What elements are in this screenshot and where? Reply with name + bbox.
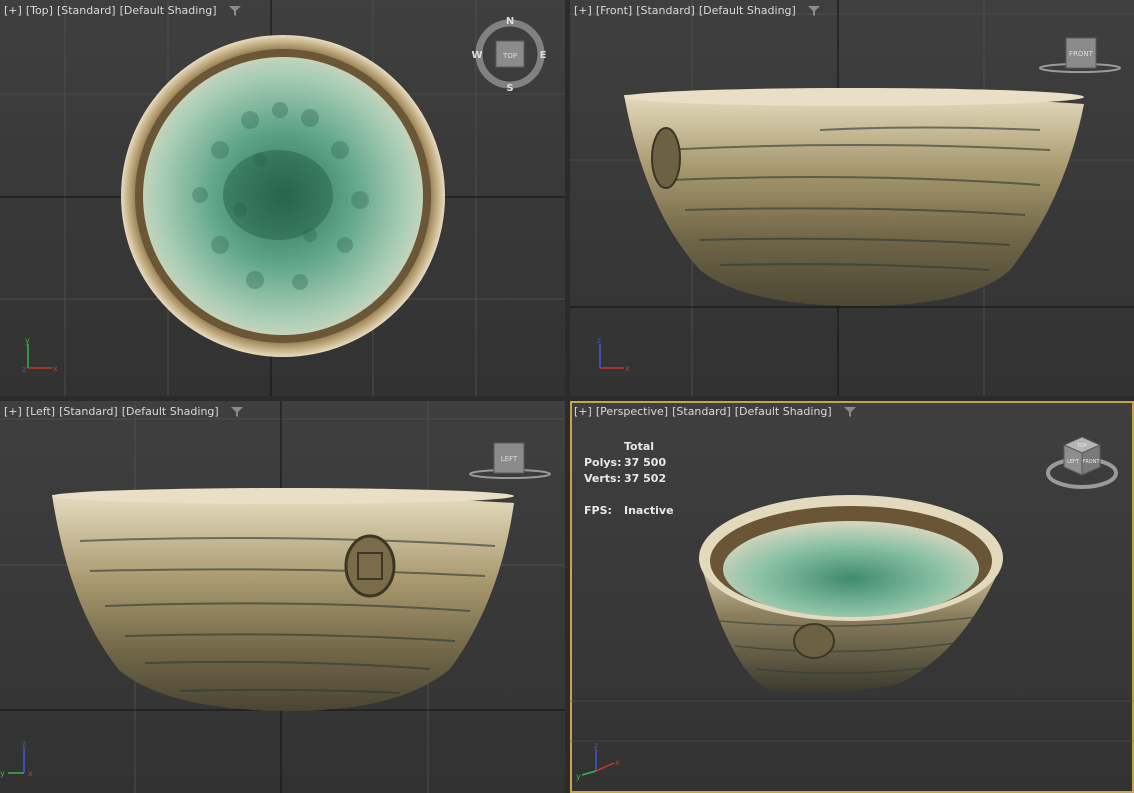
fps-value: Inactive bbox=[624, 504, 674, 517]
viewport-top[interactable]: [+] [Top] [Standard] [Default Shading] T… bbox=[0, 0, 565, 396]
filter-icon[interactable] bbox=[228, 5, 241, 17]
axis-tripod-top: y x z bbox=[22, 336, 58, 374]
viewport-shading-menu[interactable]: [Default Shading] bbox=[699, 4, 796, 17]
viewport-shading-preset-menu[interactable]: [Standard] bbox=[59, 405, 118, 418]
viewcube-face-front: FRONT bbox=[1082, 459, 1100, 465]
svg-text:z: z bbox=[22, 365, 26, 374]
svg-text:FRONT: FRONT bbox=[1069, 50, 1094, 58]
compass-n: N bbox=[506, 16, 514, 27]
viewport-perspective-label: [+] [Perspective] [Standard] [Default Sh… bbox=[574, 405, 856, 418]
viewport-plus-menu[interactable]: [+] bbox=[574, 405, 592, 418]
svg-text:x: x bbox=[625, 364, 630, 373]
polys-label: Polys: bbox=[584, 456, 622, 469]
svg-text:y: y bbox=[25, 336, 30, 345]
compass-e: E bbox=[540, 50, 547, 61]
filter-icon[interactable] bbox=[230, 406, 243, 418]
verts-label: Verts: bbox=[584, 472, 622, 485]
viewport-front-label: [+] [Front] [Standard] [Default Shading] bbox=[574, 4, 820, 17]
viewport-front[interactable]: [+] [Front] [Standard] [Default Shading]… bbox=[570, 0, 1134, 396]
bowl-left-view bbox=[52, 488, 514, 711]
viewport-shading-preset-menu[interactable]: [Standard] bbox=[57, 4, 116, 17]
viewport-perspective[interactable]: [+] [Perspective] [Standard] [Default Sh… bbox=[570, 401, 1134, 793]
svg-text:LEFT: LEFT bbox=[501, 455, 518, 463]
viewport-top-label: [+] [Top] [Standard] [Default Shading] bbox=[4, 4, 241, 17]
viewport-plus-menu[interactable]: [+] bbox=[4, 405, 22, 418]
axis-tripod-front: z x bbox=[597, 336, 630, 373]
filter-icon[interactable] bbox=[807, 5, 820, 17]
verts-value: 37 502 bbox=[624, 472, 667, 485]
filter-icon[interactable] bbox=[843, 406, 856, 418]
viewcube-face-left: LEFT bbox=[1067, 459, 1080, 465]
viewcube-front[interactable]: FRONT bbox=[1038, 34, 1122, 78]
svg-text:z: z bbox=[597, 336, 601, 345]
svg-text:y: y bbox=[576, 772, 581, 781]
compass-s: S bbox=[506, 83, 513, 94]
viewport-point-of-view-menu[interactable]: [Front] bbox=[596, 4, 632, 17]
viewcube-perspective[interactable]: TOP LEFT FRONT bbox=[1044, 431, 1120, 495]
viewcube-top[interactable]: TOP N S E W bbox=[470, 14, 550, 94]
fps-label: FPS: bbox=[584, 504, 612, 517]
bowl-perspective-view bbox=[699, 495, 1003, 693]
statistics-overlay: Total Polys: 37 500 Verts: 37 502 FPS: Inac… bbox=[584, 439, 674, 519]
viewport-left-label: [+] [Left] [Standard] [Default Shading] bbox=[4, 405, 243, 418]
axis-tripod-perspective: z x y bbox=[576, 741, 620, 781]
quad-viewport-layout: [+] [Top] [Standard] [Default Shading] T… bbox=[0, 0, 1134, 793]
bowl-front-view bbox=[624, 88, 1084, 306]
viewport-point-of-view-menu[interactable]: [Top] bbox=[26, 4, 53, 17]
perspective-grid bbox=[570, 700, 1134, 742]
svg-text:y: y bbox=[0, 769, 5, 778]
viewport-shading-preset-menu[interactable]: [Standard] bbox=[672, 405, 731, 418]
svg-text:TOP: TOP bbox=[502, 52, 517, 60]
bowl-top-view bbox=[121, 35, 445, 357]
viewcube-face-top: TOP bbox=[1076, 443, 1087, 449]
polys-value: 37 500 bbox=[624, 456, 667, 469]
axis-tripod-left: z y x bbox=[0, 739, 33, 778]
stats-header: Total bbox=[624, 440, 655, 453]
compass-w: W bbox=[471, 50, 482, 61]
viewport-shading-menu[interactable]: [Default Shading] bbox=[120, 4, 217, 17]
viewport-plus-menu[interactable]: [+] bbox=[574, 4, 592, 17]
svg-text:x: x bbox=[615, 758, 620, 767]
viewport-point-of-view-menu[interactable]: [Left] bbox=[26, 405, 55, 418]
viewport-point-of-view-menu[interactable]: [Perspective] bbox=[596, 405, 668, 418]
viewcube-left[interactable]: LEFT bbox=[468, 439, 552, 483]
viewport-plus-menu[interactable]: [+] bbox=[4, 4, 22, 17]
viewport-shading-preset-menu[interactable]: [Standard] bbox=[636, 4, 695, 17]
svg-text:z: z bbox=[22, 739, 26, 748]
svg-text:x: x bbox=[28, 769, 33, 778]
viewport-left[interactable]: [+] [Left] [Standard] [Default Shading] … bbox=[0, 401, 565, 793]
viewport-shading-menu[interactable]: [Default Shading] bbox=[735, 405, 832, 418]
viewport-shading-menu[interactable]: [Default Shading] bbox=[122, 405, 219, 418]
svg-text:x: x bbox=[53, 364, 58, 373]
svg-text:z: z bbox=[594, 741, 598, 750]
